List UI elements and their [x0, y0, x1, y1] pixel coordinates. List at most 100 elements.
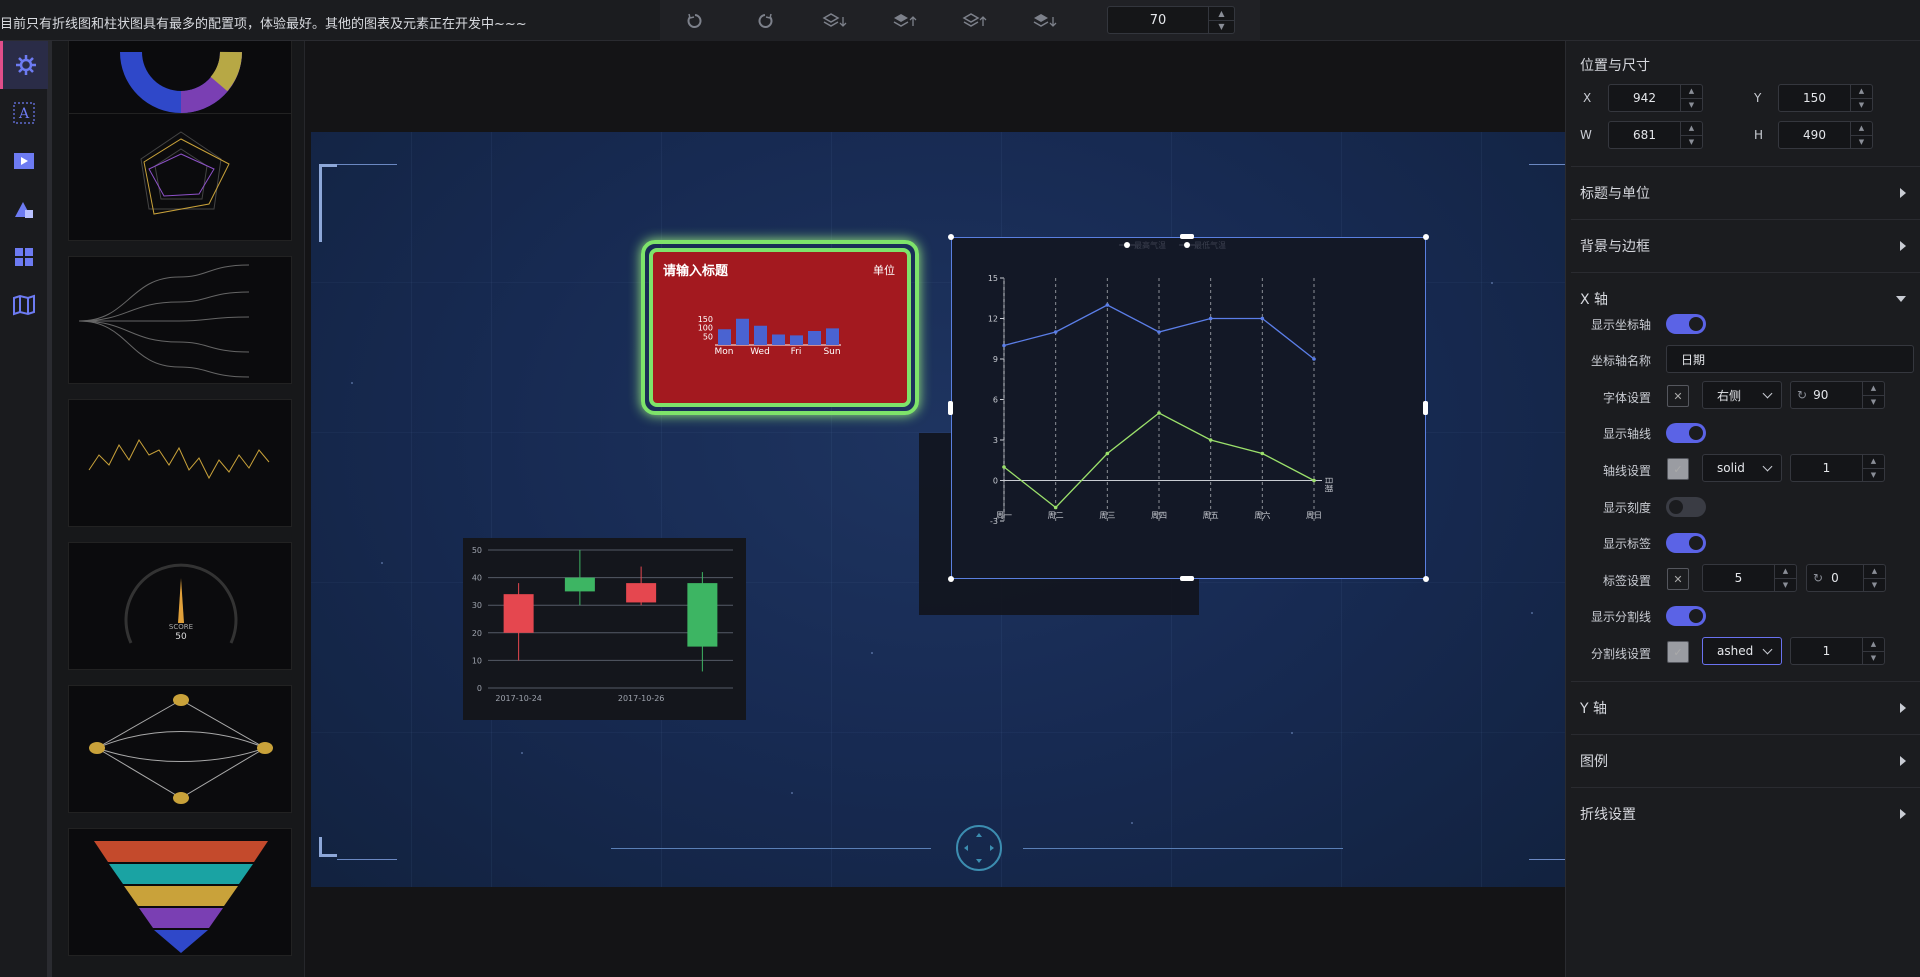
h-stepper[interactable]: 490 ▲ ▼: [1778, 121, 1873, 149]
chevron-down-icon[interactable]: ▼: [1775, 577, 1796, 592]
chevron-up-icon[interactable]: ▲: [1864, 565, 1885, 578]
section-y-axis[interactable]: Y 轴: [1571, 681, 1920, 734]
chevron-down-icon[interactable]: ▼: [1864, 577, 1885, 592]
resize-handle-left[interactable]: [948, 401, 953, 415]
show-ticks-toggle[interactable]: [1666, 497, 1706, 517]
rotate-value[interactable]: 90: [1813, 388, 1828, 402]
thumb-radar[interactable]: [68, 113, 292, 241]
thumb-graph[interactable]: [68, 685, 292, 813]
section-line-settings[interactable]: 折线设置: [1571, 787, 1920, 840]
split-width-value[interactable]: 1: [1791, 638, 1862, 664]
section-title-unit[interactable]: 标题与单位: [1571, 166, 1920, 219]
shape-icon[interactable]: [0, 185, 48, 233]
chevron-down-icon[interactable]: ▼: [1863, 467, 1884, 482]
label-rotate-stepper[interactable]: ↻ 0 ▲ ▼: [1806, 564, 1886, 592]
section-label: 背景与边框: [1580, 239, 1650, 255]
axis-line-color-swatch[interactable]: ✓: [1667, 458, 1689, 480]
x-value[interactable]: 942: [1609, 85, 1680, 111]
label-color-swatch[interactable]: ✕: [1667, 568, 1689, 590]
axis-line-style-select[interactable]: solid: [1702, 454, 1782, 482]
chevron-up-icon[interactable]: ▲: [1863, 638, 1884, 651]
text-icon[interactable]: A: [0, 89, 48, 137]
font-position-select[interactable]: 右侧: [1702, 381, 1782, 409]
axis-line-width-value[interactable]: 1: [1791, 455, 1862, 481]
chart-settings-icon[interactable]: [0, 41, 48, 89]
y-tick: 50: [472, 546, 482, 555]
label-margin-value[interactable]: 5: [1703, 565, 1774, 591]
navigation-pad-icon[interactable]: [956, 825, 1002, 871]
chevron-down-icon[interactable]: ▼: [1681, 134, 1702, 149]
show-split-toggle[interactable]: [1666, 606, 1706, 626]
thumb-funnel[interactable]: [68, 828, 292, 956]
layer-top-icon[interactable]: [940, 0, 1010, 41]
w-value[interactable]: 681: [1609, 122, 1680, 148]
grid-icon[interactable]: [0, 233, 48, 281]
scrollbar[interactable]: [48, 41, 52, 977]
screen-canvas[interactable]: 请输入标题 单位 15010050MonWedFriSun 50 最高气温最低气…: [311, 132, 1565, 887]
layer-up-icon[interactable]: [870, 0, 940, 41]
chevron-down-icon[interactable]: ▼: [1681, 97, 1702, 112]
axis-line-label: 轴线设置: [1603, 464, 1652, 478]
layer-down-icon[interactable]: [800, 0, 870, 41]
axis-name-input[interactable]: 日期: [1666, 345, 1914, 373]
resize-handle-right[interactable]: [1423, 401, 1428, 415]
h-value[interactable]: 490: [1779, 122, 1850, 148]
split-style-select[interactable]: ashed: [1702, 637, 1782, 665]
label-rotate-value[interactable]: 0: [1831, 571, 1839, 585]
show-labels-toggle[interactable]: [1666, 533, 1706, 553]
chevron-down-icon[interactable]: ▼: [1851, 134, 1872, 149]
section-label: Y 轴: [1580, 701, 1608, 717]
chevron-up-icon[interactable]: ▲: [1851, 85, 1872, 98]
chevron-down-icon[interactable]: ▼: [1209, 19, 1234, 34]
chevron-right-icon: [1900, 809, 1906, 819]
chevron-up-icon[interactable]: ▲: [1851, 122, 1872, 135]
resize-handle[interactable]: [948, 234, 954, 240]
split-width-stepper[interactable]: 1 ▲ ▼: [1790, 637, 1885, 665]
axis-line-width-stepper[interactable]: 1 ▲ ▼: [1790, 454, 1885, 482]
chevron-down-icon[interactable]: ▼: [1863, 650, 1884, 665]
chevron-up-icon[interactable]: ▲: [1863, 382, 1884, 395]
resize-handle[interactable]: [1423, 234, 1429, 240]
resize-handle[interactable]: [1423, 576, 1429, 582]
split-color-swatch[interactable]: ✓: [1667, 641, 1689, 663]
show-axis-line-toggle[interactable]: [1666, 423, 1706, 443]
x-tick: 周三: [1099, 511, 1115, 520]
chevron-down-icon[interactable]: ▼: [1851, 97, 1872, 112]
y-stepper[interactable]: 150 ▲ ▼: [1778, 84, 1873, 112]
map-icon[interactable]: [0, 281, 48, 329]
y-value[interactable]: 150: [1779, 85, 1850, 111]
thumb-kline-area[interactable]: [68, 399, 292, 527]
chevron-up-icon[interactable]: ▲: [1681, 85, 1702, 98]
chevron-up-icon[interactable]: ▲: [1681, 122, 1702, 135]
chevron-up-icon[interactable]: ▲: [1209, 7, 1234, 20]
zoom-input[interactable]: [1108, 7, 1208, 33]
layer-bottom-icon[interactable]: [1010, 0, 1080, 41]
bar: [736, 318, 749, 345]
undo-icon[interactable]: [660, 0, 730, 41]
data-point: [1053, 330, 1058, 334]
thumb-gauge[interactable]: SCORE 50: [68, 542, 292, 670]
chevron-down-icon[interactable]: ▼: [1863, 394, 1884, 409]
chevron-up-icon[interactable]: ▲: [1863, 455, 1884, 468]
candlestick-card[interactable]: 50 40 30 20 10 0 2017-10-24 2017-10-26: [463, 538, 746, 720]
resize-handle-top[interactable]: [1180, 234, 1194, 239]
font-color-swatch[interactable]: ✕: [1667, 385, 1689, 407]
line-chart-widget[interactable]: 最高气温 最低气温 15 12 9 6 3 0 -3 周一 周二 周三 周四 周五 周六 周日 日期: [951, 237, 1426, 579]
resize-handle[interactable]: [948, 576, 954, 582]
redo-icon[interactable]: [730, 0, 800, 41]
thumb-tree[interactable]: [68, 256, 292, 384]
bar-chart-card[interactable]: 请输入标题 单位 150 100 50 Mon Wed Fri Sun: [641, 240, 919, 415]
zoom-stepper[interactable]: ▲ ▼: [1107, 6, 1235, 34]
notice-text: 目前只有折线图和柱状图具有最多的配置项，体验最好。其他的图表及元素正在开发中~~…: [0, 17, 527, 32]
font-rotate-stepper[interactable]: ↻ 90 ▲ ▼: [1790, 381, 1885, 409]
show-labels-label: 显示标签: [1603, 537, 1652, 551]
section-bg-border[interactable]: 背景与边框: [1571, 219, 1920, 272]
resize-handle-bottom[interactable]: [1180, 576, 1194, 581]
show-axis-toggle[interactable]: [1666, 314, 1706, 334]
label-margin-stepper[interactable]: 5 ▲ ▼: [1702, 564, 1797, 592]
media-icon[interactable]: [0, 137, 48, 185]
chevron-up-icon[interactable]: ▲: [1775, 565, 1796, 578]
section-legend[interactable]: 图例: [1571, 734, 1920, 787]
x-stepper[interactable]: 942 ▲ ▼: [1608, 84, 1703, 112]
w-stepper[interactable]: 681 ▲ ▼: [1608, 121, 1703, 149]
